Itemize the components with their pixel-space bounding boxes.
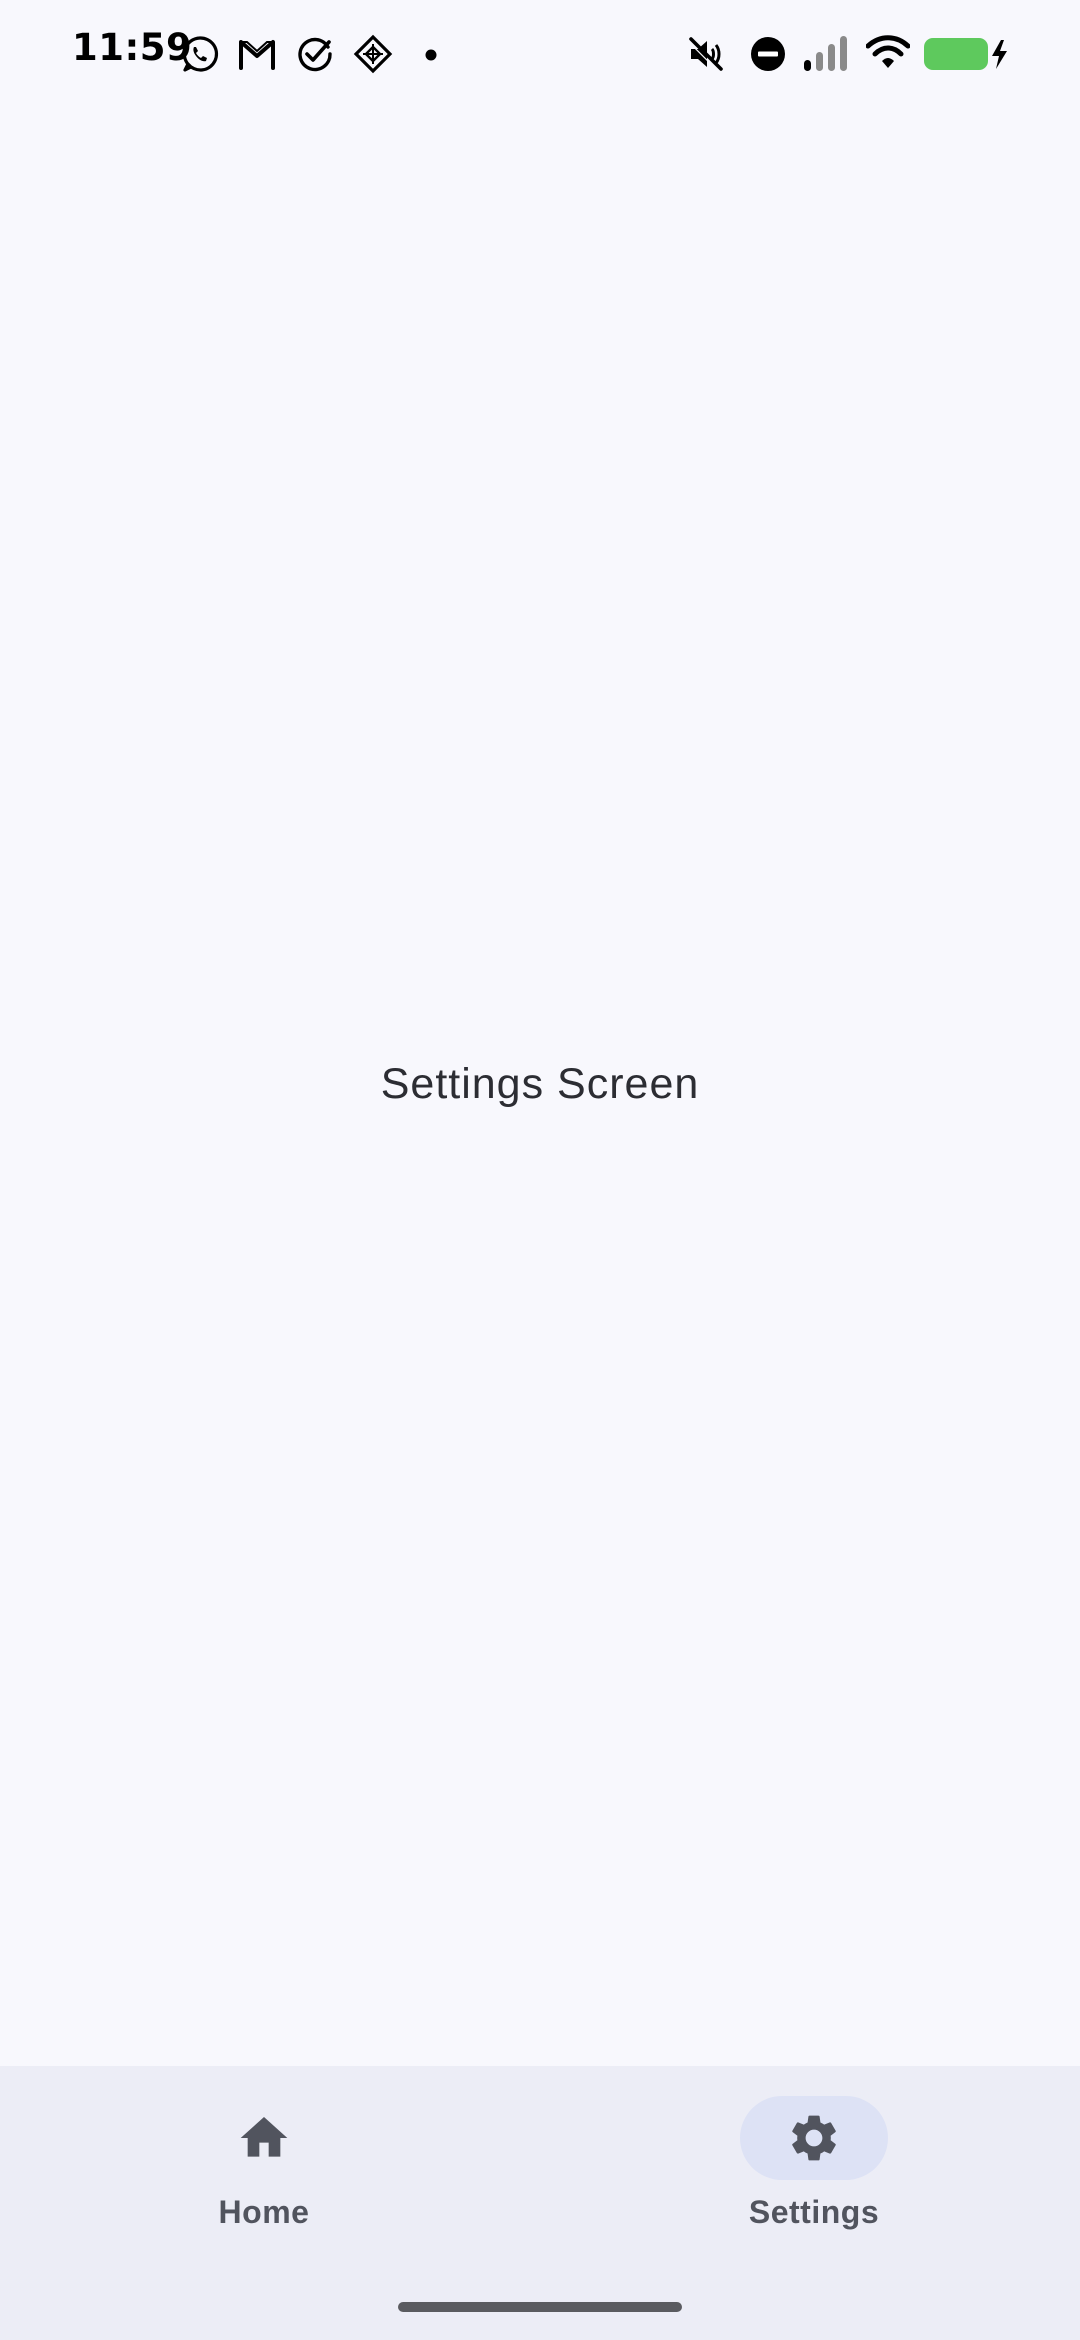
status-time: 11:59 (72, 26, 193, 69)
status-bar: 11:59 (0, 0, 1080, 110)
gear-icon (792, 2115, 836, 2161)
wifi-icon (866, 35, 910, 68)
bottom-navigation-bar: Home Settings (0, 2066, 1080, 2340)
nav-item-home[interactable]: Home (114, 2096, 414, 2246)
home-icon (240, 2117, 288, 2157)
nav-label-home: Home (218, 2194, 310, 2230)
signal-icon (804, 36, 847, 71)
do-not-disturb-icon (751, 37, 785, 71)
screen-title: Settings Screen (380, 1060, 700, 1108)
gesture-navigation-handle[interactable] (398, 2302, 682, 2312)
more-notifications-dot-icon (425, 49, 437, 61)
app-diamond-icon (353, 34, 393, 74)
battery-charging-icon (924, 38, 1007, 70)
gmail-icon (239, 40, 275, 70)
nav-label-settings: Settings (748, 2194, 880, 2230)
nav-item-settings[interactable]: Settings (664, 2096, 964, 2246)
mute-icon (687, 37, 723, 73)
settings-screen-content: Settings Screen (0, 110, 1080, 2066)
whatsapp-icon (182, 36, 219, 72)
check-circle-icon (298, 37, 332, 72)
